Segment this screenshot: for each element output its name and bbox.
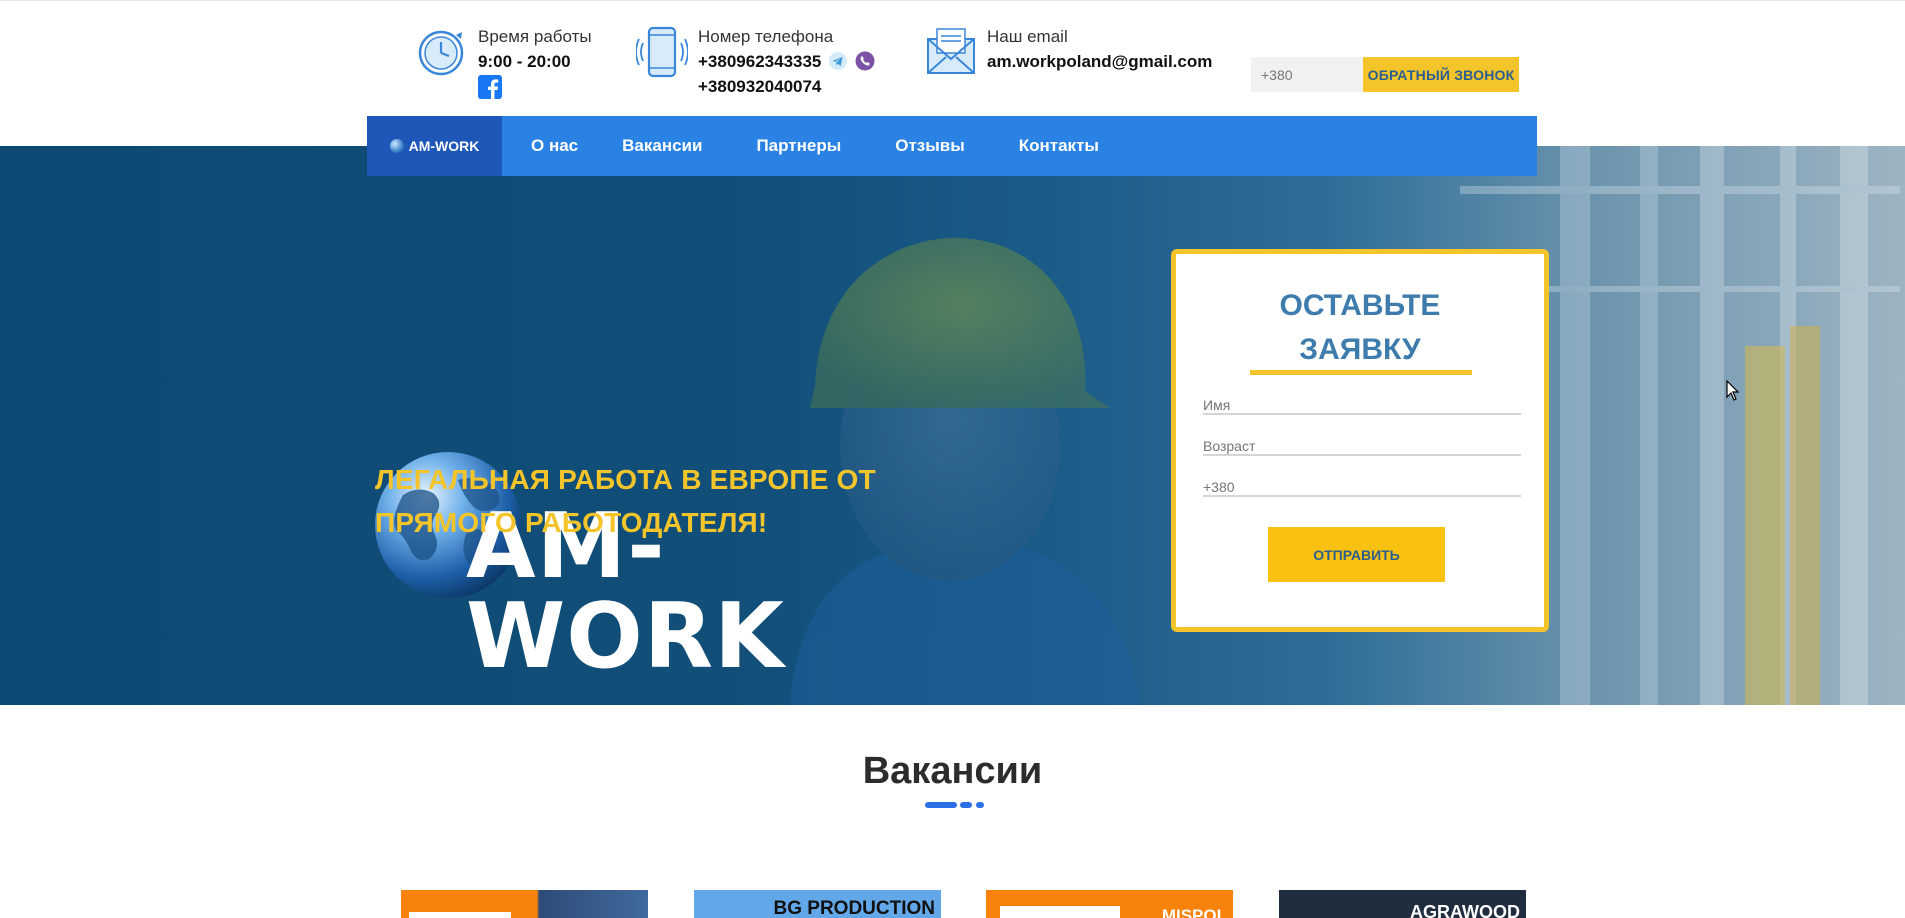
vacancies-title: Вакансии	[862, 750, 1043, 792]
vacancy-card-image	[1000, 906, 1120, 918]
vacancy-card-title: BG PRODUCTION	[773, 898, 936, 918]
email-label: Наш email	[987, 27, 1068, 46]
vacancy-card-image	[409, 912, 511, 918]
vacancy-card-title: MISPOL	[1161, 906, 1227, 918]
nav-item-contacts[interactable]: Контакты	[1019, 136, 1099, 156]
viber-icon[interactable]	[855, 51, 875, 71]
application-form: ОСТАВЬТЕ ЗАЯВКУ ОТПРАВИТЬ	[1171, 249, 1549, 632]
nav-item-partners[interactable]: Партнеры	[756, 136, 841, 156]
vacancy-card-title: AGRAWOOD	[1410, 902, 1520, 918]
top-info-bar: Время работы 9:00 - 20:00 Номер телефона…	[0, 0, 1905, 117]
envelope-icon	[927, 28, 975, 74]
mouse-cursor-icon	[1726, 380, 1740, 401]
telegram-icon[interactable]	[828, 51, 848, 71]
phone-icon	[636, 26, 688, 78]
nav-brand[interactable]: AM-WORK	[367, 116, 502, 176]
form-title-line2: ЗАЯВКУ	[1299, 333, 1421, 366]
working-hours-value: 9:00 - 20:00	[478, 52, 571, 71]
submit-button[interactable]: ОТПРАВИТЬ	[1268, 527, 1445, 582]
phone-number-secondary[interactable]: +380932040074	[698, 74, 875, 99]
callback-button[interactable]: ОБРАТНЫЙ ЗВОНОК	[1363, 57, 1519, 92]
phone-block: Номер телефона +380962343335 +3809320400…	[636, 25, 875, 99]
age-input[interactable]	[1203, 438, 1521, 456]
vacancy-card[interactable]	[401, 890, 648, 918]
phone-number-primary[interactable]: +380962343335	[698, 52, 821, 71]
title-divider	[976, 802, 984, 808]
title-divider	[960, 802, 972, 808]
hero-banner: AM-WORK ЛЕГАЛЬНАЯ РАБОТА В ЕВРОПЕ ОТ ПРЯ…	[0, 146, 1905, 705]
vacancy-card[interactable]: AGRAWOOD	[1279, 890, 1526, 918]
phone-input[interactable]	[1203, 479, 1521, 497]
nav-brand-label: AM-WORK	[408, 138, 480, 154]
vacancy-card[interactable]: BG PRODUCTION	[694, 890, 941, 918]
clock-icon	[418, 30, 464, 76]
nav-item-vacancies[interactable]: Вакансии	[622, 136, 702, 156]
email-block: Наш email am.workpoland@gmail.com	[925, 25, 1212, 81]
form-title: ОСТАВЬТЕ ЗАЯВКУ	[1176, 284, 1544, 372]
callback-phone-input[interactable]	[1251, 57, 1363, 92]
main-navigation: AM-WORK О нас Вакансии Партнеры Отзывы К…	[367, 116, 1537, 176]
phone-label: Номер телефона	[698, 27, 834, 46]
vacancy-card[interactable]: MISPOL	[986, 890, 1233, 918]
form-title-underline	[1250, 370, 1472, 375]
form-title-line1: ОСТАВЬТЕ	[1279, 289, 1441, 322]
facebook-icon[interactable]	[478, 75, 502, 99]
nav-item-reviews[interactable]: Отзывы	[895, 136, 965, 156]
title-divider	[925, 802, 957, 808]
working-hours-block: Время работы 9:00 - 20:00	[416, 25, 592, 104]
email-value[interactable]: am.workpoland@gmail.com	[987, 49, 1212, 74]
nav-item-about[interactable]: О нас	[531, 136, 578, 156]
name-input[interactable]	[1203, 397, 1521, 415]
hero-tagline-line2: ПРЯМОГО РАБОТОДАТЕЛЯ!	[375, 507, 768, 538]
globe-icon	[389, 139, 404, 153]
hero-tagline-line1: ЛЕГАЛЬНАЯ РАБОТА В ЕВРОПЕ ОТ	[375, 464, 876, 495]
working-hours-label: Время работы	[478, 27, 592, 46]
hero-tagline: ЛЕГАЛЬНАЯ РАБОТА В ЕВРОПЕ ОТ ПРЯМОГО РАБ…	[375, 458, 935, 544]
callback-form: ОБРАТНЫЙ ЗВОНОК	[1251, 57, 1519, 92]
